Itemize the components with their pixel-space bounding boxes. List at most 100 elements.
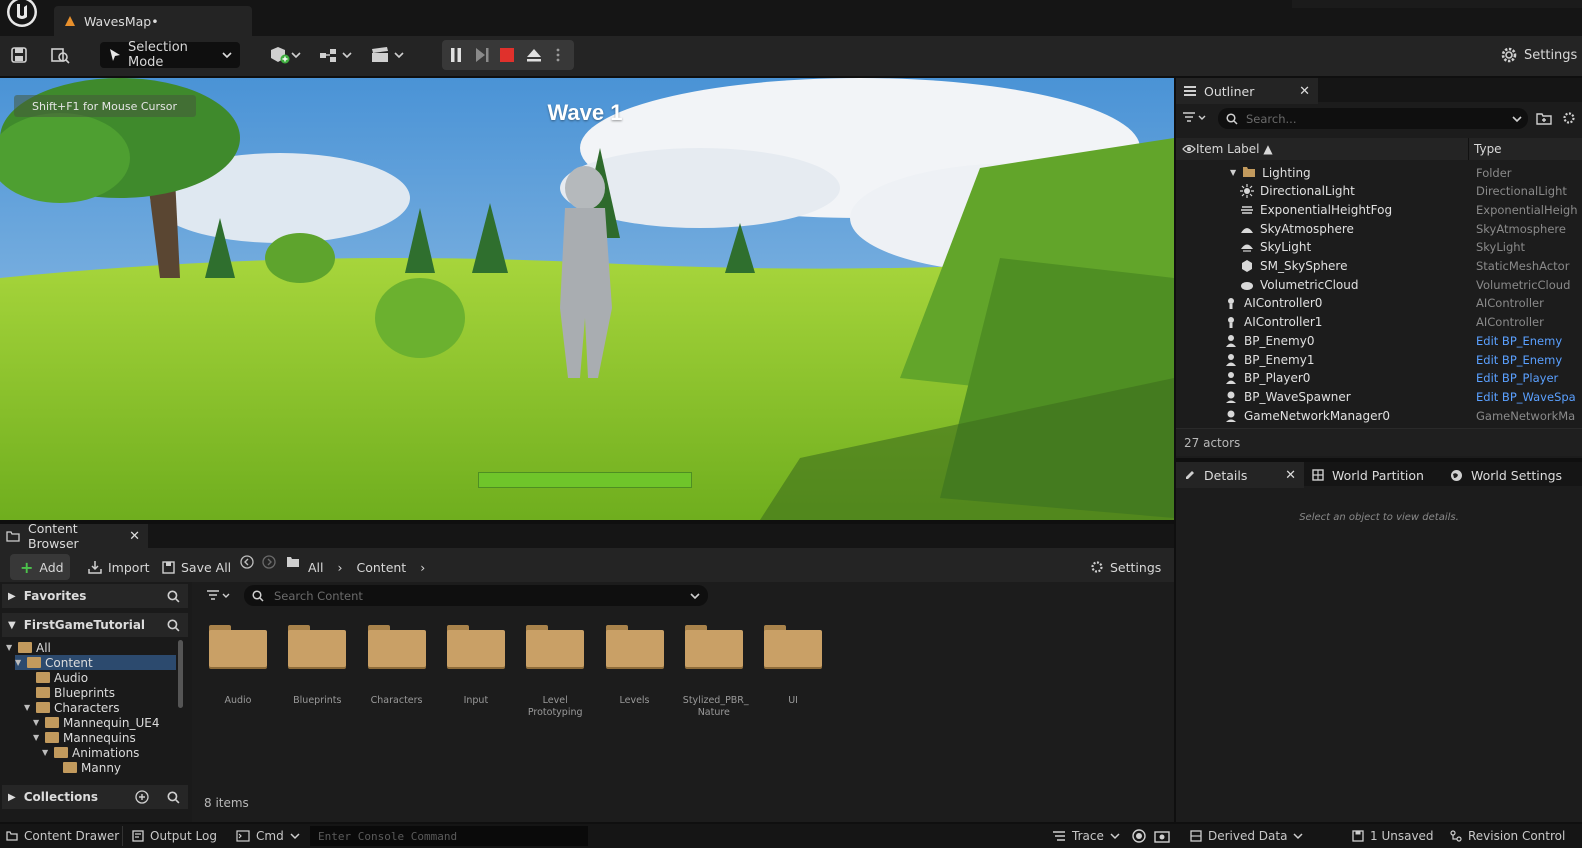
new-folder-icon[interactable] bbox=[1536, 111, 1552, 125]
close-icon[interactable]: ✕ bbox=[1285, 468, 1296, 483]
asset-folder[interactable]: Blueprints bbox=[286, 625, 348, 707]
folder-tree-item[interactable]: ▼ Animations bbox=[42, 745, 139, 760]
content-browser-tab[interactable]: Content Browser ✕ bbox=[0, 521, 148, 551]
chevron-down-icon[interactable]: ▼ bbox=[24, 703, 32, 712]
browse-level-icon[interactable] bbox=[50, 46, 70, 64]
cb-settings-button[interactable]: Settings bbox=[1090, 554, 1161, 580]
level-tab[interactable]: WavesMap• bbox=[54, 6, 252, 36]
outliner-settings-icon[interactable] bbox=[1562, 111, 1576, 125]
collections-header[interactable]: ▶ Collections bbox=[2, 785, 188, 809]
edit-blueprint-link[interactable]: Edit BP_Enemy bbox=[1476, 334, 1562, 348]
outliner-row[interactable]: DirectionalLight DirectionalLight bbox=[1176, 182, 1582, 201]
search-icon[interactable] bbox=[167, 618, 180, 632]
folder-tree-item[interactable]: Blueprints bbox=[24, 685, 115, 700]
tab-world-partition[interactable]: World Partition bbox=[1312, 462, 1424, 488]
folder-tree-item[interactable]: Audio bbox=[24, 670, 88, 685]
outliner-row[interactable]: SkyAtmosphere SkyAtmosphere bbox=[1176, 219, 1582, 238]
search-icon[interactable] bbox=[167, 790, 180, 804]
chevron-down-icon[interactable]: ▼ bbox=[33, 733, 41, 742]
outliner-row[interactable]: BP_WaveSpawner Edit BP_WaveSpa bbox=[1176, 387, 1582, 406]
search-icon[interactable] bbox=[167, 589, 180, 603]
folder-tree-item[interactable]: ▼ Mannequin_UE4 bbox=[33, 715, 159, 730]
folder-tree-item[interactable]: ▼ Content bbox=[15, 655, 176, 670]
edit-blueprint-link[interactable]: Edit BP_Enemy bbox=[1476, 353, 1562, 367]
project-header[interactable]: ▼ FirstGameTutorial bbox=[2, 613, 188, 637]
folder-tree-item[interactable]: ▼ All bbox=[6, 640, 51, 655]
asset-folder[interactable]: Audio bbox=[207, 625, 269, 707]
outliner-row[interactable]: BP_Enemy0 Edit BP_Enemy bbox=[1176, 331, 1582, 350]
chevron-down-icon[interactable]: ▼ bbox=[33, 718, 41, 727]
revision-control-button[interactable]: Revision Control bbox=[1450, 824, 1565, 848]
close-icon[interactable]: ✕ bbox=[129, 529, 140, 544]
eject-icon[interactable] bbox=[526, 47, 542, 63]
close-icon[interactable]: ✕ bbox=[1299, 84, 1310, 99]
blueprints-icon[interactable] bbox=[318, 46, 354, 64]
favorites-header[interactable]: ▶ Favorites bbox=[2, 584, 188, 608]
record-icon[interactable] bbox=[1132, 829, 1146, 843]
chevron-down-icon[interactable]: ▼ bbox=[6, 643, 14, 652]
asset-folder[interactable]: Stylized_PBR_ Nature bbox=[683, 625, 749, 719]
outliner-row[interactable]: SM_SkySphere StaticMeshActor bbox=[1176, 257, 1582, 276]
content-search-input[interactable]: Search Content bbox=[244, 585, 708, 606]
outliner-row[interactable]: ExponentialHeightFog ExponentialHeigh bbox=[1176, 200, 1582, 219]
save-icon[interactable] bbox=[10, 46, 28, 64]
import-button[interactable]: Import bbox=[88, 554, 150, 580]
chevron-down-icon[interactable]: ▼ bbox=[42, 748, 50, 757]
folder-tree-item[interactable]: ▼ Mannequins bbox=[33, 730, 136, 745]
output-log-button[interactable]: Output Log bbox=[132, 824, 217, 848]
trace-dropdown[interactable]: Trace bbox=[1052, 824, 1120, 848]
filter-icon[interactable] bbox=[1182, 111, 1210, 125]
stop-icon[interactable] bbox=[500, 48, 514, 62]
edit-blueprint-link[interactable]: Edit BP_Player bbox=[1476, 371, 1558, 385]
derived-data-dropdown[interactable]: Derived Data bbox=[1190, 824, 1303, 848]
unsaved-button[interactable]: 1 Unsaved bbox=[1352, 824, 1434, 848]
column-type[interactable]: Type bbox=[1474, 142, 1502, 156]
outliner-row[interactable]: AIController1 AIController bbox=[1176, 313, 1582, 332]
chevron-down-icon[interactable]: ▼ bbox=[1230, 168, 1236, 177]
outliner-row[interactable]: GameNetworkManager0 GameNetworkMa bbox=[1176, 406, 1582, 425]
outliner-tab[interactable]: Outliner ✕ bbox=[1176, 78, 1318, 104]
toolbar-settings-button[interactable]: Settings bbox=[1500, 42, 1577, 68]
outliner-row[interactable]: BP_Enemy1 Edit BP_Enemy bbox=[1176, 350, 1582, 369]
folder-tree-item[interactable]: ▼ Characters bbox=[24, 700, 120, 715]
outliner-row[interactable]: VolumetricCloud VolumetricCloud bbox=[1176, 275, 1582, 294]
level-viewport[interactable] bbox=[0, 78, 1174, 520]
outliner-row[interactable]: BP_Player0 Edit BP_Player bbox=[1176, 369, 1582, 388]
pause-icon[interactable] bbox=[449, 47, 463, 63]
asset-folder[interactable]: Level Prototyping bbox=[524, 625, 586, 719]
breadcrumb-all[interactable]: All bbox=[308, 560, 324, 575]
tab-world-settings[interactable]: World Settings bbox=[1450, 462, 1562, 488]
selection-mode-button[interactable]: Selection Mode bbox=[100, 40, 240, 70]
content-drawer-button[interactable]: Content Drawer bbox=[6, 824, 119, 848]
filter-icon[interactable] bbox=[206, 589, 234, 603]
outliner-row[interactable]: ▼ Lighting Folder bbox=[1176, 163, 1582, 182]
outliner-row[interactable]: AIController0 AIController bbox=[1176, 294, 1582, 313]
tab-details[interactable]: Details ✕ bbox=[1176, 462, 1304, 488]
cmd-dropdown[interactable]: Cmd bbox=[236, 824, 300, 848]
asset-folder[interactable]: Characters bbox=[366, 625, 428, 707]
history-forward-icon[interactable] bbox=[262, 555, 276, 569]
console-input[interactable]: Enter Console Command bbox=[310, 826, 588, 846]
outliner-search-input[interactable]: Search... bbox=[1218, 108, 1528, 129]
chevron-down-icon[interactable]: ▼ bbox=[15, 658, 23, 667]
add-collection-icon[interactable] bbox=[135, 790, 149, 804]
more-options-icon[interactable] bbox=[555, 47, 561, 63]
history-back-icon[interactable] bbox=[240, 555, 254, 569]
column-item-label[interactable]: Item Label ▲ bbox=[1196, 142, 1273, 156]
add-actor-icon[interactable] bbox=[268, 46, 302, 64]
folder-tree-item[interactable]: Manny bbox=[51, 760, 121, 775]
unreal-logo-icon[interactable] bbox=[4, 0, 40, 30]
edit-blueprint-link[interactable]: Edit BP_WaveSpa bbox=[1476, 390, 1576, 404]
asset-folder[interactable]: UI bbox=[762, 625, 824, 707]
step-frame-icon[interactable] bbox=[474, 47, 490, 63]
asset-folder[interactable]: Levels bbox=[604, 625, 666, 707]
visibility-eye-icon[interactable] bbox=[1182, 144, 1196, 154]
add-button[interactable]: + Add bbox=[10, 554, 70, 580]
outliner-row[interactable]: SkyLight SkyLight bbox=[1176, 238, 1582, 257]
save-all-button[interactable]: Save All bbox=[162, 554, 231, 580]
asset-folder[interactable]: Input bbox=[445, 625, 507, 707]
breadcrumb-content[interactable]: Content bbox=[357, 560, 407, 575]
cinematics-icon[interactable] bbox=[370, 46, 406, 64]
tree-scrollbar[interactable] bbox=[178, 640, 183, 708]
screenshot-icon[interactable] bbox=[1154, 829, 1170, 843]
